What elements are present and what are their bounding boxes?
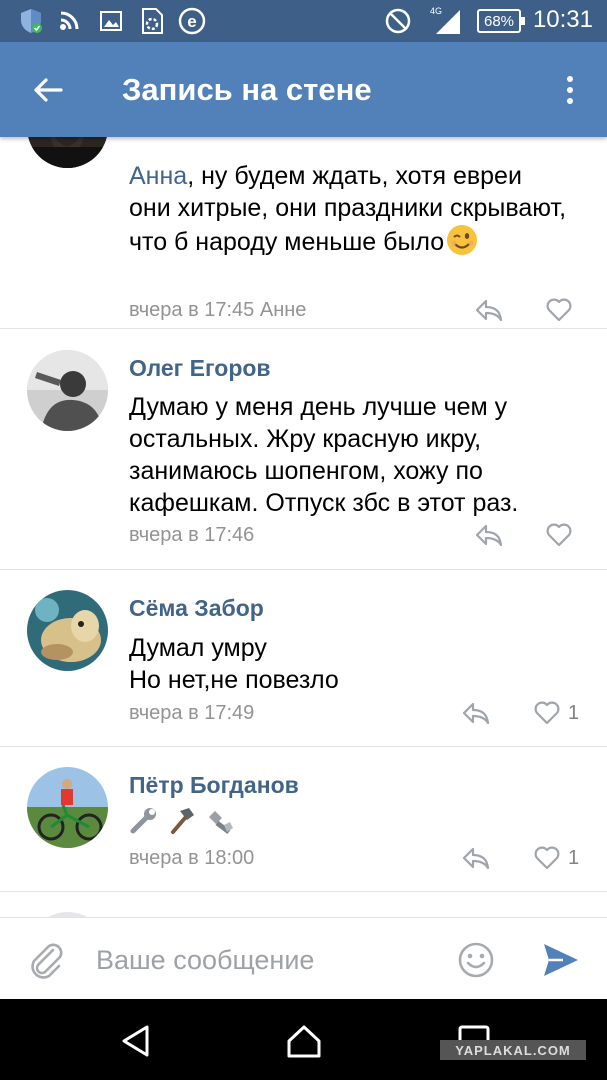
comment-author[interactable]: Олег Егоров xyxy=(129,355,271,382)
comment-text: Думаю у меня день лучше чем у остальных.… xyxy=(129,393,519,517)
heart-icon xyxy=(546,298,572,322)
heart-icon xyxy=(534,846,560,870)
winking-face-icon xyxy=(446,224,478,264)
comment-item: Пётр Богданов вчера в 18:00 1 xyxy=(0,747,607,892)
home-icon xyxy=(287,1025,321,1058)
nav-back-button[interactable] xyxy=(116,1021,156,1061)
heart-icon xyxy=(534,701,560,725)
back-triangle-icon xyxy=(122,1025,149,1057)
like-count: 1 xyxy=(568,701,580,724)
comment-meta: вчера в 18:00 xyxy=(129,847,255,869)
battery-level: 68% xyxy=(483,12,515,30)
battery-icon: 68% xyxy=(477,9,525,33)
svg-text:4G: 4G xyxy=(430,6,442,16)
attach-button[interactable] xyxy=(26,938,66,980)
clock: 10:31 xyxy=(532,6,593,33)
avatar[interactable] xyxy=(27,767,108,848)
reply-icon xyxy=(462,847,490,869)
avatar[interactable] xyxy=(27,350,108,431)
reply-icon xyxy=(475,524,503,546)
wifi-icon xyxy=(58,8,82,34)
e-circle-icon: e xyxy=(178,7,206,35)
more-options-button[interactable] xyxy=(555,68,585,112)
paperclip-icon xyxy=(31,943,63,979)
comment-author[interactable]: Сёма Забор xyxy=(129,595,264,622)
comment-text: Думал умру Но нет,не повезло xyxy=(129,632,569,696)
page-title: Запись на стене xyxy=(122,72,372,107)
comment-author[interactable]: Пётр Богданов xyxy=(129,772,299,799)
heart-icon xyxy=(546,523,572,547)
reply-button[interactable] xyxy=(472,521,506,549)
comments-list: Анна, ну будем ждать, хотя евреи они хит… xyxy=(0,137,607,917)
send-button[interactable] xyxy=(541,941,581,979)
like-button[interactable]: 1 xyxy=(534,699,579,727)
status-bar: e 4G 68% 10:31 xyxy=(0,0,607,42)
comment-text-line: Думал умру xyxy=(129,634,267,662)
signal-icon: 4G xyxy=(430,6,464,34)
comment-item: Сёма Забор Думал умру Но нет,не повезло … xyxy=(0,570,607,747)
reply-button[interactable] xyxy=(472,296,506,324)
comment-meta: вчера в 17:45 Анне xyxy=(129,299,307,321)
back-button[interactable] xyxy=(20,68,76,112)
settings-file-icon xyxy=(139,8,165,34)
reply-button[interactable] xyxy=(459,844,493,872)
more-vertical-icon xyxy=(567,76,573,82)
svg-text:e: e xyxy=(187,12,196,31)
avatar[interactable] xyxy=(27,137,108,168)
image-icon xyxy=(98,8,124,34)
nav-home-button[interactable] xyxy=(284,1021,324,1061)
app-bar: Запись на стене xyxy=(0,42,607,137)
comment-meta: вчера в 17:49 xyxy=(129,702,255,724)
arrow-left-icon xyxy=(34,78,63,102)
like-button[interactable] xyxy=(546,296,572,324)
shield-check-icon xyxy=(18,8,44,34)
reply-button[interactable] xyxy=(459,699,493,727)
do-not-disturb-icon xyxy=(384,8,412,34)
wrench-icon xyxy=(129,805,159,843)
nut-and-bolt-icon xyxy=(205,805,235,843)
like-button[interactable] xyxy=(546,521,572,549)
emoji-button[interactable] xyxy=(456,940,496,980)
comment-text-line: Но нет,не повезло xyxy=(129,666,339,694)
like-button[interactable]: 1 xyxy=(534,844,579,872)
mention-link[interactable]: Анна xyxy=(129,162,187,190)
reply-icon xyxy=(462,702,490,724)
reply-icon xyxy=(475,299,503,321)
comment-item: Олег Егоров Думаю у меня день лучше чем … xyxy=(0,329,607,570)
like-count: 1 xyxy=(568,846,580,869)
message-input[interactable] xyxy=(96,940,416,980)
avatar[interactable] xyxy=(27,590,108,671)
comment-text: Анна, ну будем ждать, хотя евреи они хит… xyxy=(129,160,569,264)
message-composer xyxy=(0,917,607,999)
watermark: YAPLAKAL.COM xyxy=(440,1040,586,1060)
comment-item: Анна, ну будем ждать, хотя евреи они хит… xyxy=(0,137,607,329)
smiley-icon xyxy=(458,942,494,978)
comment-meta: вчера в 17:46 xyxy=(129,524,255,546)
comment-emoji-row xyxy=(129,805,569,843)
send-icon xyxy=(544,944,578,976)
hammer-icon xyxy=(167,805,197,843)
